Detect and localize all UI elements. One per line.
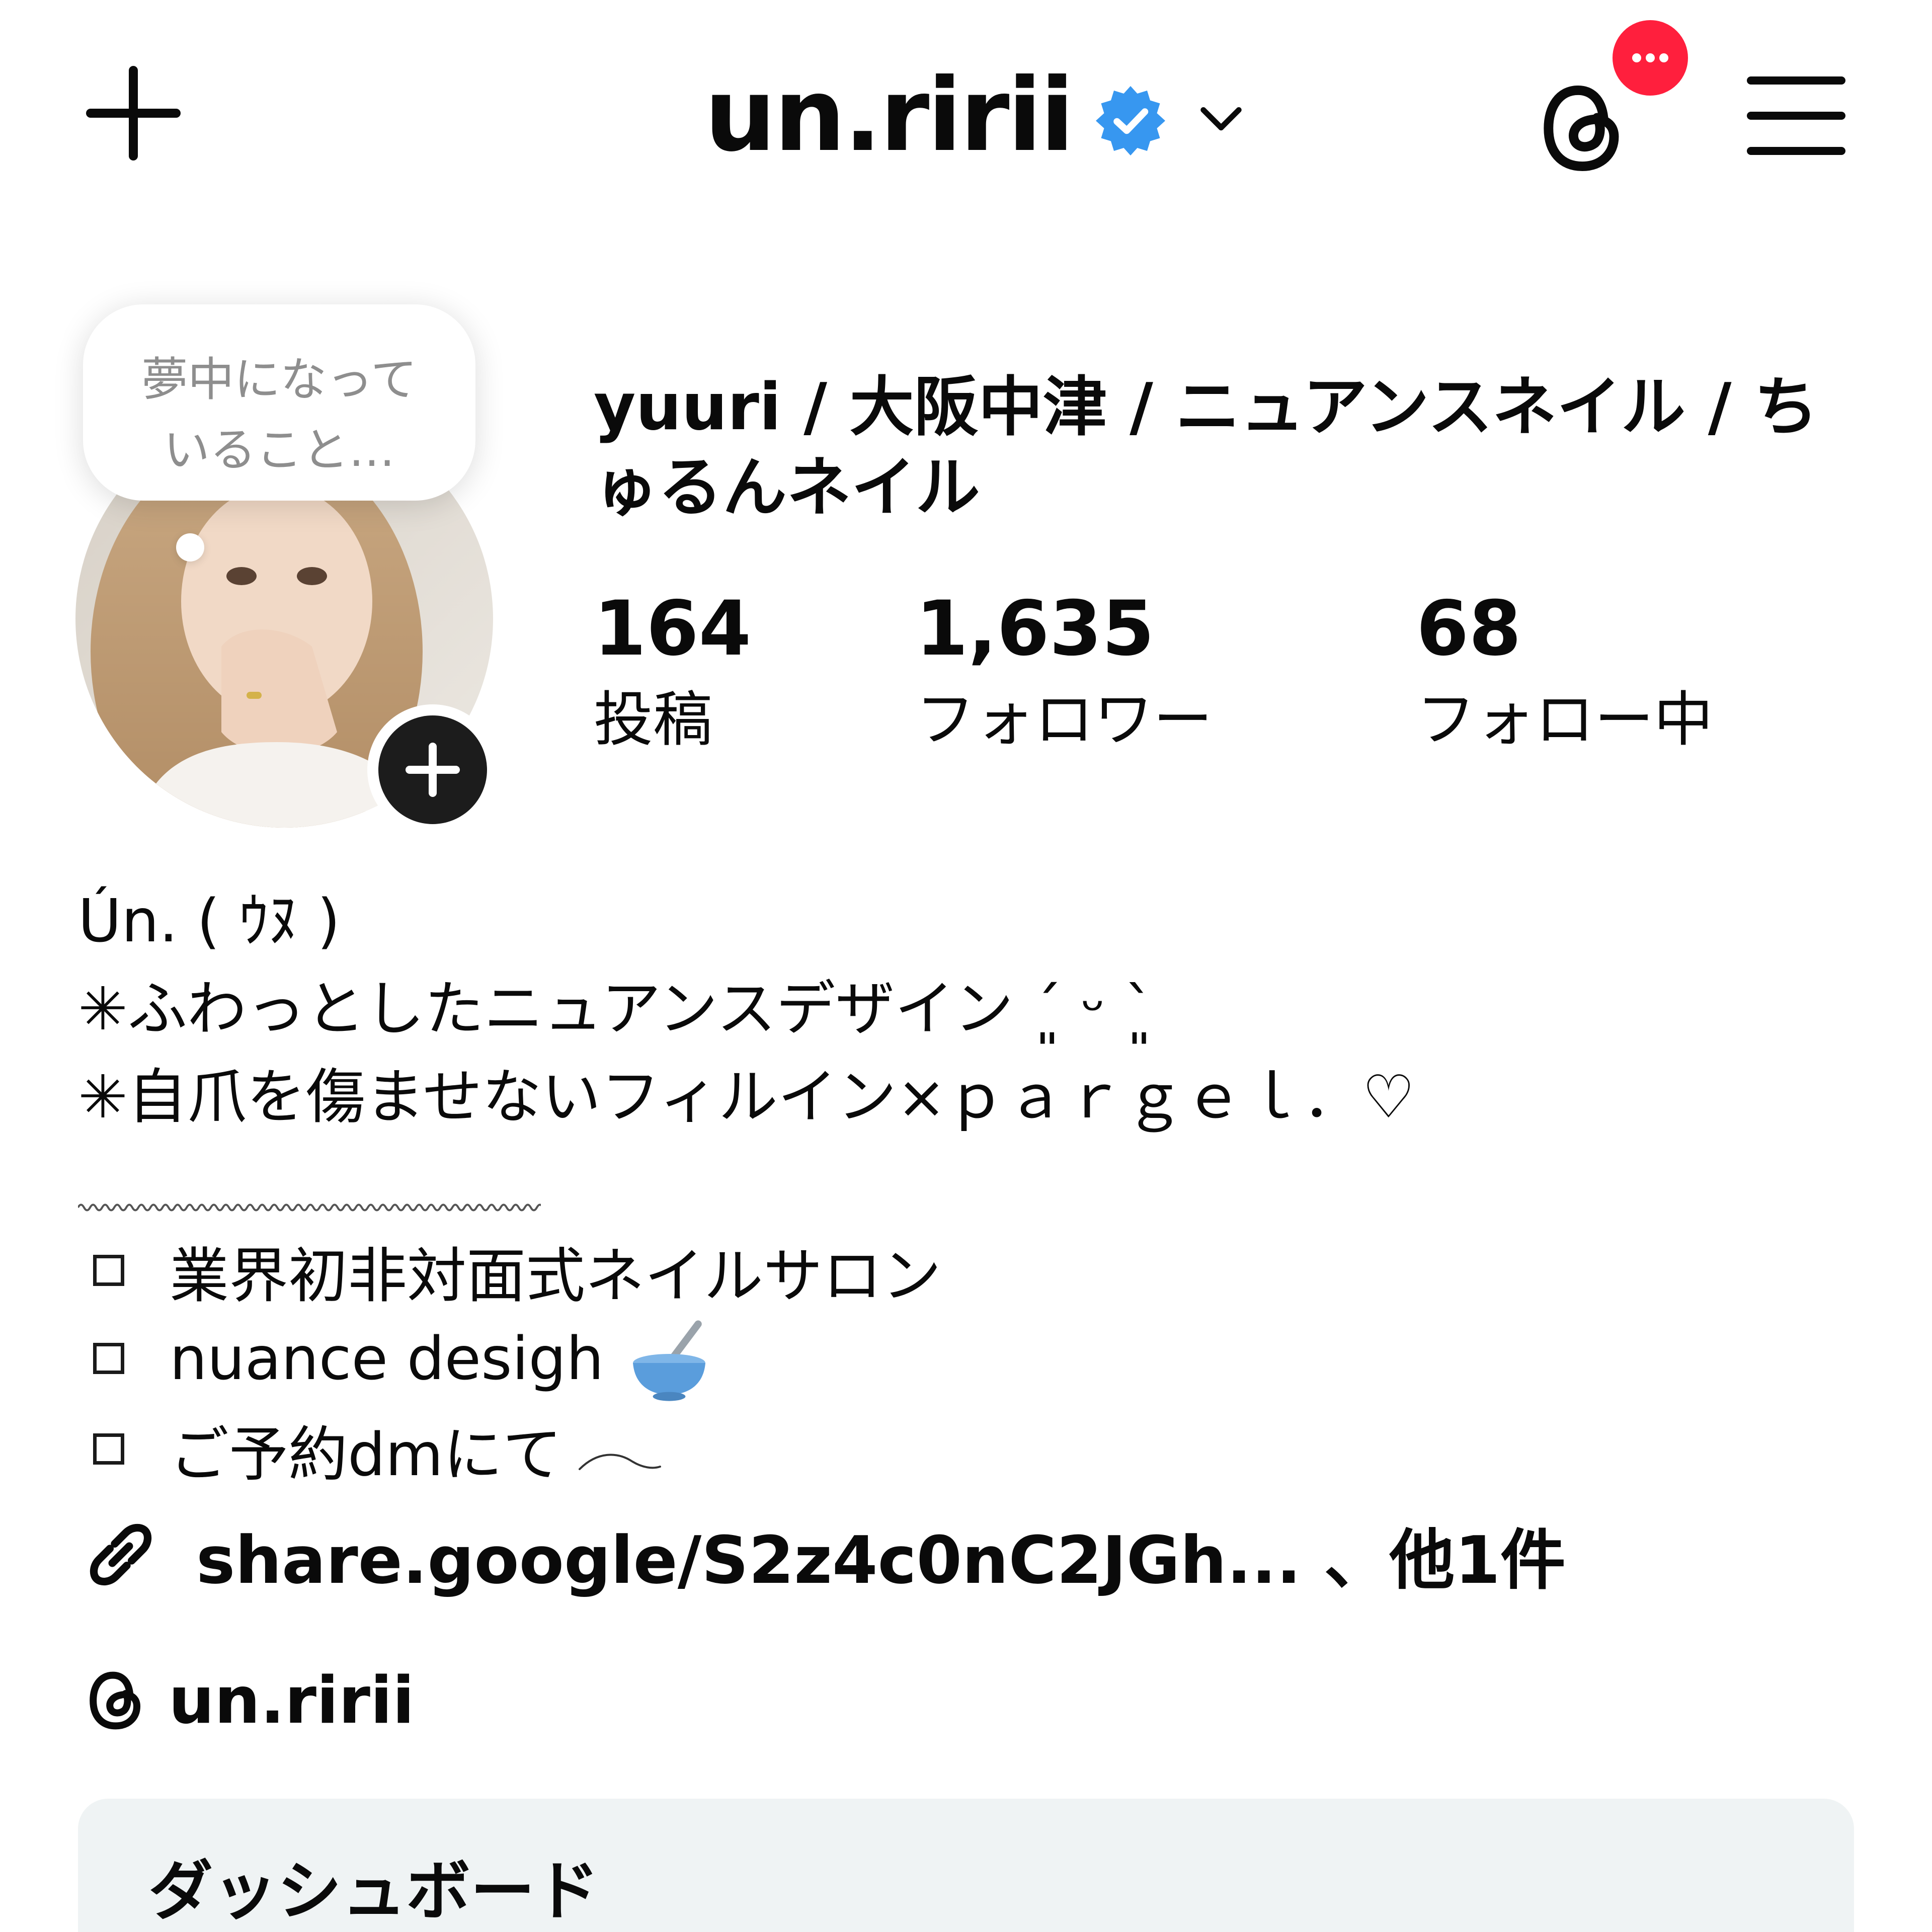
following-count: 68 <box>1416 585 1521 673</box>
add-story-circle <box>378 715 487 824</box>
hamburger-menu-icon <box>1747 76 1845 155</box>
dashboard-title: ダッシュボード <box>148 1854 600 1929</box>
posts-count: 164 <box>594 585 752 673</box>
link-text: share.google/S2z4c0nC2JGh... 、他1件 <box>196 1522 1566 1598</box>
notification-badge[interactable] <box>1607 15 1693 101</box>
chevron-down-icon <box>1200 107 1242 131</box>
tilde-icon <box>578 1454 661 1470</box>
checkbox-icon <box>93 1343 124 1374</box>
bio-list-item: ご予約dmにて <box>78 1406 663 1492</box>
bio-line: Ún. ( ｳﾇ ) <box>78 886 341 955</box>
bio-line: ✳︎ふわっとしたニュアンスデザイン ´͈ ᵕ `͈ <box>78 974 1154 1043</box>
followers-label: フォロワー <box>916 685 1213 754</box>
more-dots-icon <box>1632 53 1668 62</box>
following-label: フォロー中 <box>1416 685 1714 754</box>
create-button[interactable] <box>80 60 186 166</box>
bio-list-item: 業界初非対面式ネイルサロン <box>78 1228 941 1313</box>
note-bubble-tail <box>176 533 204 561</box>
profile-page: un.ririi 夢中になって いること… yuuri / 大阪中津 / ニュア… <box>0 0 1932 1932</box>
account-switcher[interactable]: un.ririi <box>704 50 1249 181</box>
note-bubble[interactable]: 夢中になって いること… <box>83 304 475 501</box>
checkbox-icon <box>93 1433 124 1465</box>
posts-label: 投稿 <box>594 685 713 754</box>
display-name: yuuri / 大阪中津 / ニュアンスネイル / ちゅるんネイル <box>594 370 1819 525</box>
followers-stat[interactable]: 1,635 フォロワー <box>916 584 1213 760</box>
bio-list-text: ご予約dmにて <box>170 1419 562 1489</box>
bio-list-text: 業界初非対面式ネイルサロン <box>170 1241 942 1311</box>
plus-icon <box>86 66 181 160</box>
bio-list-text: nuance desigh <box>170 1324 604 1393</box>
following-stat[interactable]: 68 フォロー中 <box>1416 584 1713 760</box>
bio-list-item: nuance desigh <box>78 1316 714 1401</box>
verified-badge-icon <box>1095 86 1165 155</box>
professional-dashboard[interactable]: ダッシュボード <box>78 1799 1854 1932</box>
threads-handle: un.ririi <box>169 1663 415 1738</box>
top-bar: un.ririi <box>0 0 1932 211</box>
note-text: 夢中になって いること… <box>141 353 417 477</box>
threads-icon <box>90 1671 141 1730</box>
bio-line: ✳︎自爪を傷ませないフィルイン×ｐａｒｇｅｌ．♡ <box>78 1062 1415 1132</box>
add-story-button[interactable] <box>367 704 498 835</box>
profile-link[interactable]: share.google/S2z4c0nC2JGh... 、他1件 <box>78 1509 1566 1600</box>
checkbox-icon <box>93 1255 124 1286</box>
threads-profile-link[interactable]: un.ririi <box>80 1655 415 1746</box>
bowl-emoji-icon <box>633 1320 706 1401</box>
username-title: un.ririi <box>704 57 1075 174</box>
followers-count: 1,635 <box>916 585 1155 673</box>
plus-icon <box>406 743 460 797</box>
menu-button[interactable] <box>1746 70 1846 161</box>
posts-stat[interactable]: 164 投稿 <box>594 584 751 760</box>
wavy-divider <box>78 1203 541 1212</box>
link-icon <box>90 1523 152 1586</box>
